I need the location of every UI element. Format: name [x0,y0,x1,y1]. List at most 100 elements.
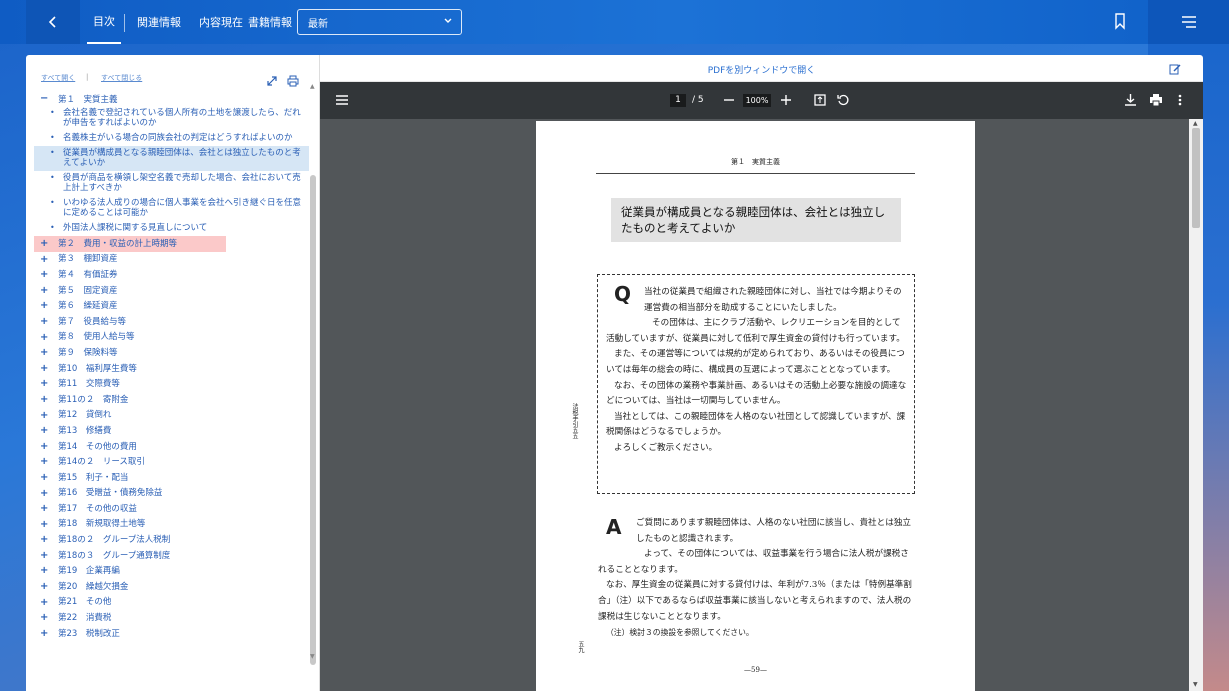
back-button[interactable] [26,0,80,44]
question-paragraph: 当社としては、この親睦団体を人格のない社団として認識していますが、課税関係はどう… [606,411,906,438]
toc-subitem[interactable]: • 役員が商品を横領し架空名義で売却した場合、会社において売上計上すべきか [34,171,309,196]
toc-chapter[interactable]: + 第12 貸倒れ [34,408,309,424]
expand-arrows-icon[interactable] [266,75,278,87]
edit-note-icon[interactable] [1169,63,1181,75]
toc-chapter[interactable]: + 第３ 棚卸資産 [34,252,309,268]
expand-icon[interactable]: + [40,239,48,249]
toc-chapter[interactable]: + 第19 企業再編 [34,563,309,579]
tab-related-info[interactable]: 関連情報 [137,0,181,44]
toc-chapter-label: 第５ 固定資産 [58,285,118,296]
scroll-down-arrow[interactable]: ▼ [310,653,315,660]
expand-icon[interactable]: + [40,488,48,499]
page-running-header: 第１ 実質主義 [731,158,780,166]
toc-chapter[interactable]: + 第14 その他の費用 [34,439,309,455]
toc-chapter[interactable]: + 第10 福利厚生費等 [34,361,309,377]
expand-icon[interactable]: + [40,472,48,483]
expand-icon[interactable]: + [40,628,48,639]
toc-chapter-label: 第17 その他の収益 [58,503,137,514]
tab-content-date[interactable]: 内容現在 [199,0,243,44]
expand-icon[interactable]: + [40,379,48,389]
toc-subitem[interactable]: • 会社名義で登記されている個人所有の土地を譲渡したら、だれが申告をすればよいのか [34,106,309,131]
expand-icon[interactable]: + [40,535,48,545]
toc-chapter-label: 第16 受贈益・債務免除益 [58,488,163,499]
bookmark-icon[interactable] [1113,12,1127,30]
toc-chapter[interactable]: + 第17 その他の収益 [34,501,309,517]
toc-subitem-label: 会社名義で登記されている個人所有の土地を譲渡したら、だれが申告をすればよいのか [63,108,301,128]
toc-chapter-label: 第12 貸倒れ [58,410,112,421]
toc-chapter[interactable]: + 第８ 使用人給与等 [34,330,309,346]
expand-all-link[interactable]: すべて開く [41,73,75,83]
collapse-all-link[interactable]: すべて閉じる [101,73,142,83]
toc-chapter[interactable]: + 第18 新規取得土地等 [34,517,309,533]
toc-chapter[interactable]: + 第21 その他 [34,595,309,611]
toc-chapter[interactable]: + 第14の２ リース取引 [34,454,309,470]
toc-scrollbar[interactable] [310,175,316,665]
question-paragraph: その団体は、主にクラブ活動や、レクリエーションを目的として活動していますが、従業… [606,318,905,344]
page-number-input[interactable]: 1 [670,94,686,107]
toc-chapter-2[interactable]: + 第２ 費用・収益の計上時期等 [34,236,226,252]
zoom-out-icon[interactable] [724,99,734,101]
expand-icon[interactable]: + [40,410,48,421]
toc-chapter[interactable]: + 第11の２ 寄附金 [34,392,309,408]
sidebar-menu-icon[interactable] [336,95,348,105]
toc-chapter[interactable]: + 第６ 繰延資産 [34,298,309,314]
expand-icon[interactable]: + [40,504,48,514]
toc-chapter[interactable]: + 第23 税制改正 [34,626,309,642]
toc-chapter-label: 第13 修繕費 [58,425,112,436]
scroll-up-arrow[interactable]: ▲ [1193,120,1198,127]
download-icon[interactable] [1125,94,1136,106]
toc-chapter[interactable]: + 第13 修繕費 [34,423,309,439]
expand-icon[interactable]: + [40,426,48,436]
tab-book-info[interactable]: 書籍情報 [248,0,292,44]
expand-icon[interactable]: + [40,285,48,296]
toc-subitem[interactable]: • 名義株主がいる場合の同族会社の判定はどうすればよいのか [34,131,309,146]
fit-page-icon[interactable] [814,94,826,106]
toc-chapter[interactable]: + 第９ 保険料等 [34,345,309,361]
expand-icon[interactable]: + [40,363,48,374]
toc-chapter[interactable]: + 第４ 有価証券 [34,267,309,283]
toc-chapter[interactable]: + 第18の３ グループ通算制度 [34,548,309,564]
collapse-icon[interactable]: − [40,94,48,104]
expand-icon[interactable]: + [40,270,48,280]
toc-chapter[interactable]: + 第５ 固定資産 [34,283,309,299]
zoom-in-icon[interactable] [781,95,791,105]
expand-icon[interactable]: + [40,457,48,467]
expand-icon[interactable]: + [40,316,48,327]
tab-toc[interactable]: 目次 [87,0,121,44]
toc-chapter[interactable]: + 第７ 役員給与等 [34,314,309,330]
toc-chapter[interactable]: + 第22 消費税 [34,610,309,626]
toc-chapter[interactable]: + 第16 受贈益・債務免除益 [34,486,309,502]
toc-subitem-selected[interactable]: • 従業員が構成員となる親睦団体は、会社とは独立したものと考えてよいか [34,146,309,171]
expand-icon[interactable]: + [40,582,48,592]
version-select[interactable]: 最新 [297,9,462,35]
toc-chapter[interactable]: + 第11 交際費等 [34,376,309,392]
rotate-icon[interactable] [837,94,849,106]
expand-icon[interactable]: + [40,394,48,405]
toc-chapter[interactable]: + 第15 利子・配当 [34,470,309,486]
more-options-icon[interactable] [1178,94,1182,106]
toc-subitem[interactable]: • いわゆる法人成りの場合に個人事業を会社へ引き継ぐ日を任意に定めることは可能か [34,196,309,221]
expand-icon[interactable]: + [40,254,48,265]
expand-icon[interactable]: + [40,566,48,576]
expand-icon[interactable]: + [40,613,48,623]
zoom-level-input[interactable]: 100% [743,94,771,107]
pdf-scroll-thumb[interactable] [1192,128,1200,228]
expand-icon[interactable]: + [40,519,48,530]
print-icon[interactable] [287,75,299,87]
expand-icon[interactable]: + [40,332,48,343]
toc-chapter-1[interactable]: − 第１ 実質主義 [34,93,309,106]
expand-icon[interactable]: + [40,550,48,561]
hamburger-menu-button[interactable] [1148,0,1229,44]
print-icon[interactable] [1150,94,1162,106]
toc-chapter[interactable]: + 第18の２ グループ法人税制 [34,532,309,548]
toc-chapter[interactable]: + 第20 繰越欠損金 [34,579,309,595]
scroll-down-arrow[interactable]: ▼ [1193,681,1198,688]
expand-icon[interactable]: + [40,348,48,358]
open-pdf-window-link[interactable]: PDFを別ウィンドウで開く [320,63,1203,76]
toc-subitem[interactable]: • 外国法人課税に関する見直しについて [34,221,309,236]
pdf-scrollbar[interactable]: ▲ ▼ [1189,119,1203,691]
scroll-up-arrow[interactable]: ▲ [310,83,315,90]
expand-icon[interactable]: + [40,301,48,311]
expand-icon[interactable]: + [40,597,48,608]
expand-icon[interactable]: + [40,441,48,452]
